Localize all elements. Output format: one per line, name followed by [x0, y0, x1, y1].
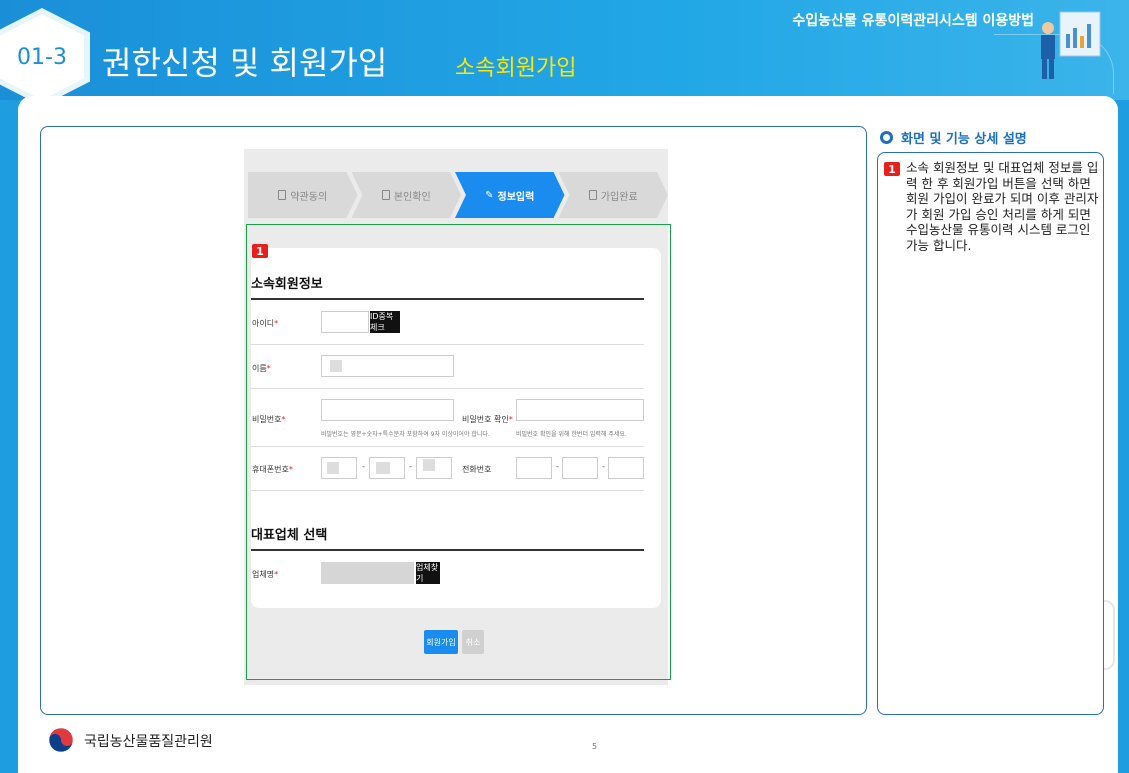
step-info-input: ✎ 정보입력 — [455, 172, 565, 218]
callout-marker: 1 — [252, 244, 268, 258]
password-confirm-input[interactable] — [516, 399, 644, 421]
government-logo-icon — [48, 727, 74, 753]
section-rule — [251, 549, 644, 551]
top-title: 수입농산물 유통이력관리시스템 이용방법 — [792, 13, 1034, 29]
dash: - — [409, 462, 412, 471]
id-label: 아이디* — [252, 319, 279, 328]
company-search-button[interactable]: 업체찾기 — [416, 562, 440, 584]
password-label: 비밀번호* — [252, 415, 286, 424]
page-number: 5 — [592, 742, 598, 751]
signup-button[interactable]: 회원가입 — [424, 630, 458, 654]
password-confirm-label: 비밀번호 확인* — [462, 415, 513, 424]
phone-input-2[interactable] — [562, 457, 598, 479]
masked-mobile-value — [423, 459, 435, 471]
masked-mobile-value — [376, 462, 390, 474]
password-help: 비밀번호는 영문+숫자+특수문자 포함하여 9자 이상이어야 합니다. — [321, 431, 490, 438]
password-confirm-help: 비밀번호 확인을 위해 한번더 입력해 주세요. — [516, 431, 627, 438]
id-card-icon — [381, 190, 390, 200]
row-divider — [251, 388, 644, 389]
page-title: 권한신청 및 회원가입 — [102, 44, 388, 82]
phone-input-1[interactable] — [516, 457, 552, 479]
password-input[interactable] — [321, 399, 454, 421]
callout-marker: 1 — [884, 162, 900, 176]
description-item: 1 소속 회원정보 및 대표업체 정보를 입력 한 후 회원가입 버튼을 선택 … — [884, 160, 1099, 253]
signup-steps: 약관동의 본인확인 ✎ 정보입력 가입완료 — [248, 172, 668, 218]
id-check-button[interactable]: ID중복체크 — [370, 311, 400, 333]
dash: - — [602, 462, 605, 471]
masked-mobile-value — [327, 462, 339, 474]
dash: - — [362, 462, 365, 471]
monitor-icon — [588, 190, 597, 200]
description-text: 소속 회원정보 및 대표업체 정보를 입력 한 후 회원가입 버튼을 선택 하면… — [906, 160, 1099, 253]
member-section-title: 소속회원정보 — [251, 277, 323, 292]
row-divider — [251, 446, 644, 447]
name-label: 이름* — [252, 364, 271, 373]
organization-name: 국립농산물품질관리원 — [84, 734, 213, 750]
section-rule — [251, 298, 644, 300]
step-terms: 약관동의 — [248, 172, 358, 218]
step-identity: 본인확인 — [351, 172, 461, 218]
phone-label: 전화번호 — [462, 465, 492, 474]
details-title: 화면 및 기능 상세 설명 — [880, 128, 1027, 147]
dash: - — [556, 462, 559, 471]
row-divider — [251, 344, 644, 345]
mobile-label: 휴대폰번호* — [252, 465, 293, 474]
company-section-title: 대표업체 선택 — [251, 528, 328, 543]
masked-name-value — [330, 360, 342, 372]
phone-input-3[interactable] — [608, 457, 644, 479]
footer-strip — [18, 752, 1118, 773]
document-icon — [278, 190, 287, 200]
row-divider — [251, 490, 644, 491]
company-label: 업체명* — [252, 570, 279, 579]
presenter-illustration-icon — [1041, 11, 1101, 79]
cancel-button[interactable]: 취소 — [462, 630, 484, 654]
page-subtitle: 소속회원가입 — [455, 56, 577, 81]
signup-form-card — [251, 248, 661, 608]
pencil-icon: ✎ — [485, 189, 494, 201]
id-input[interactable] — [321, 311, 369, 333]
bullet-circle-icon — [880, 131, 893, 144]
step-complete: 가입완료 — [558, 172, 668, 218]
company-name-input[interactable] — [321, 562, 414, 584]
